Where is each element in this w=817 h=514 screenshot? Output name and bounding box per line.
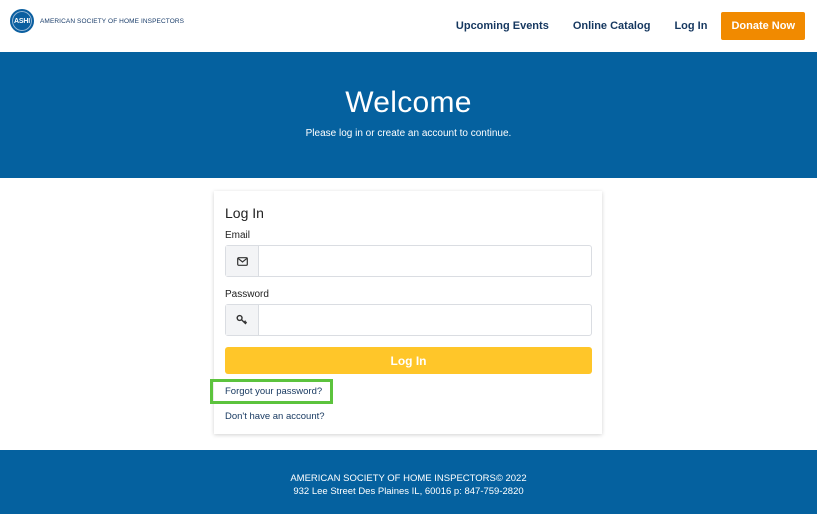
page-title: Welcome [345, 86, 472, 119]
site-logo[interactable]: ASHI American Society of Home Inspectors [10, 9, 184, 33]
signup-link[interactable]: Don't have an account? [225, 411, 325, 422]
site-header: ASHI American Society of Home Inspectors… [0, 0, 817, 52]
email-field[interactable] [259, 246, 591, 276]
footer-copyright: AMERICAN SOCIETY OF HOME INSPECTORS© 202… [290, 473, 527, 484]
forgot-password-link[interactable]: Forgot your password? [210, 379, 333, 404]
footer-address: 932 Lee Street Des Plaines IL, 60016 p: … [293, 486, 524, 497]
page-subtitle: Please log in or create an account to co… [305, 128, 512, 139]
nav-online-catalog[interactable]: Online Catalog [573, 20, 651, 32]
logo-text: American Society of Home Inspectors [40, 17, 185, 25]
password-label: Password [225, 289, 269, 300]
ashi-seal-logo: ASHI [10, 9, 34, 33]
log-in-button[interactable]: Log In [225, 347, 592, 374]
password-field[interactable] [259, 305, 591, 335]
email-input-group [225, 245, 592, 277]
login-card: Log In Email Password Log In Forgot your… [210, 191, 602, 434]
nav-log-in[interactable]: Log In [674, 20, 707, 32]
donate-now-button[interactable]: Donate Now [721, 12, 805, 40]
envelope-icon [226, 246, 259, 276]
email-label: Email [225, 230, 251, 241]
password-input-group [225, 304, 592, 336]
key-icon [226, 305, 259, 335]
main-nav: Upcoming Events Online Catalog Log In Do… [432, 0, 805, 52]
site-footer: AMERICAN SOCIETY OF HOME INSPECTORS© 202… [0, 450, 817, 514]
nav-upcoming-events[interactable]: Upcoming Events [456, 20, 549, 32]
welcome-banner: Welcome Please log in or create an accou… [0, 52, 817, 178]
login-card-title: Log In [225, 205, 264, 221]
